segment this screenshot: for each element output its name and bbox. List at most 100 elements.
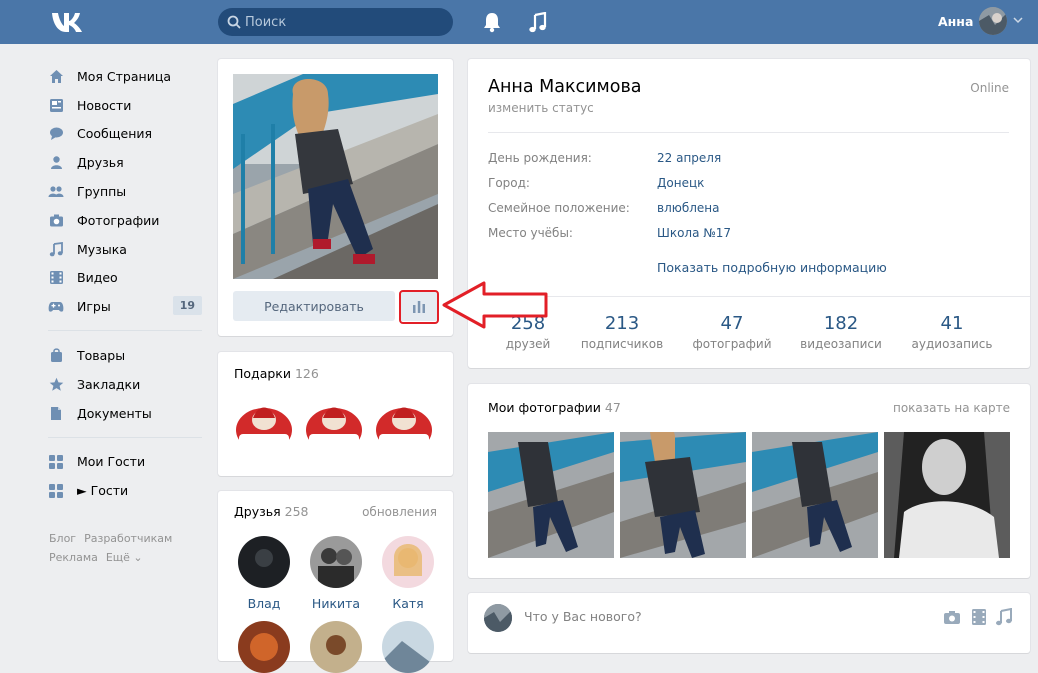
change-status-link[interactable]: изменить статус [488, 101, 594, 115]
music-icon[interactable] [995, 608, 1013, 626]
photos-title-text: Мои фотографии [488, 400, 601, 415]
bell-icon[interactable] [482, 11, 502, 33]
gift-item[interactable] [303, 400, 365, 462]
search-input[interactable] [245, 8, 445, 36]
photo-thumbnail[interactable] [752, 432, 878, 558]
friend-item[interactable]: Никита [301, 536, 371, 611]
menu-item-documents[interactable]: Документы [48, 399, 208, 428]
gifts-count: 126 [294, 366, 319, 381]
friend-item[interactable]: Влад [229, 536, 299, 611]
chevron-down-icon[interactable] [1013, 16, 1023, 24]
bag-icon [48, 348, 64, 364]
photos-title[interactable]: Мои фотографии 47 [488, 400, 621, 415]
top-bar: Анна [0, 0, 1038, 44]
info-value[interactable]: Донецк [657, 176, 704, 190]
menu-item-my-page[interactable]: Моя Страница [48, 62, 208, 91]
friends-title-text: Друзья [234, 504, 281, 519]
menu-label: Фотографии [77, 212, 160, 228]
menu-label: Видео [77, 270, 118, 286]
friend-avatar[interactable] [382, 621, 434, 673]
friend-name[interactable]: Катя [373, 596, 443, 611]
footer-link-developers[interactable]: Разработчикам [84, 532, 172, 545]
user-avatar[interactable] [979, 7, 1007, 35]
counter-videos[interactable]: 182 видеозаписи [786, 313, 896, 351]
friend-item[interactable]: Катя [373, 536, 443, 611]
menu-item-video[interactable]: Видео [48, 264, 208, 293]
friend-name[interactable]: Никита [301, 596, 371, 611]
friends-updates-link[interactable]: обновления [362, 505, 437, 519]
friend-avatar[interactable] [310, 536, 362, 588]
menu-item-news[interactable]: Новости [48, 91, 208, 120]
friend-name[interactable]: Влад [229, 596, 299, 611]
groups-icon [48, 184, 64, 200]
friend-avatar[interactable] [238, 621, 290, 673]
footer-link-ads[interactable]: Реклама [49, 551, 98, 564]
menu-item-friends[interactable]: Друзья [48, 148, 208, 177]
menu-label: Друзья [77, 155, 124, 171]
apps-icon [48, 454, 64, 470]
photo-thumbnail[interactable] [488, 432, 614, 558]
star-icon [48, 376, 64, 392]
menu-item-music[interactable]: Музыка [48, 235, 208, 264]
menu-item-games[interactable]: Игры 19 [48, 292, 208, 321]
home-icon [48, 68, 64, 84]
photo-thumbnail[interactable] [620, 432, 746, 558]
counter-followers[interactable]: 213 подписчиков [567, 313, 677, 351]
menu-label: Новости [77, 97, 132, 113]
friend-item[interactable] [229, 621, 299, 673]
menu-item-guests[interactable]: ► Гости [48, 476, 208, 505]
counter-photos[interactable]: 47 фотографий [677, 313, 787, 351]
gift-item[interactable] [233, 400, 295, 462]
post-author-avatar[interactable] [484, 604, 512, 632]
menu-item-photos[interactable]: Фотографии [48, 206, 208, 235]
video-icon[interactable] [970, 608, 988, 626]
info-value[interactable]: 22 апреля [657, 151, 721, 165]
show-more-info-link[interactable]: Показать подробную информацию [657, 260, 887, 275]
menu-item-groups[interactable]: Группы [48, 177, 208, 206]
menu-label: Группы [77, 184, 127, 200]
edit-profile-button[interactable]: Редактировать [233, 291, 395, 321]
friend-avatar[interactable] [382, 536, 434, 588]
profile-divider [468, 296, 1030, 297]
annotation-highlight-box [399, 290, 439, 324]
menu-label: Товары [77, 348, 126, 364]
friend-avatar[interactable] [310, 621, 362, 673]
gift-item[interactable] [373, 400, 435, 462]
camera-icon[interactable] [943, 608, 961, 626]
photo-thumbnail[interactable] [884, 432, 1010, 558]
new-post-input[interactable] [524, 609, 824, 624]
friends-title[interactable]: Друзья 258 [234, 504, 309, 519]
menu-item-messages[interactable]: Сообщения [48, 120, 208, 149]
gifts-title[interactable]: Подарки 126 [234, 366, 319, 381]
profile-photo[interactable] [233, 74, 438, 279]
search-icon [227, 15, 241, 29]
music-icon [48, 241, 64, 257]
info-value[interactable]: влюблена [657, 201, 720, 215]
info-key: Семейное положение: [488, 201, 630, 215]
info-value[interactable]: Школа №17 [657, 226, 731, 240]
user-name[interactable]: Анна [938, 14, 973, 29]
apps-icon [48, 483, 64, 499]
menu-item-my-guests[interactable]: Мои Гости [48, 448, 208, 477]
friend-item[interactable] [301, 621, 371, 673]
new-post-card [468, 593, 1030, 653]
news-icon [48, 97, 64, 113]
friends-card: Друзья 258 обновления Влад Никита Катя [218, 491, 453, 673]
menu-item-goods[interactable]: Товары [48, 341, 208, 370]
friends-icon [48, 155, 64, 171]
vk-logo-icon[interactable] [50, 9, 84, 35]
footer-link-blog[interactable]: Блог [49, 532, 76, 545]
menu-label: ► Гости [77, 483, 129, 499]
menu-item-bookmarks[interactable]: Закладки [48, 370, 208, 399]
search-box[interactable] [218, 8, 453, 36]
menu-label: Документы [77, 405, 152, 421]
friend-item[interactable] [373, 621, 443, 673]
show-on-map-link[interactable]: показать на карте [893, 401, 1010, 415]
counter-audio[interactable]: 41 аудиозапись [897, 313, 1007, 351]
music-note-icon[interactable] [528, 12, 548, 34]
footer-link-more[interactable]: Ещё ⌄ [106, 551, 143, 564]
counter-value: 47 [720, 313, 744, 334]
games-badge: 19 [172, 296, 202, 316]
friend-avatar[interactable] [238, 536, 290, 588]
profile-card: Анна Максимова изменить статус Online Де… [468, 59, 1030, 368]
